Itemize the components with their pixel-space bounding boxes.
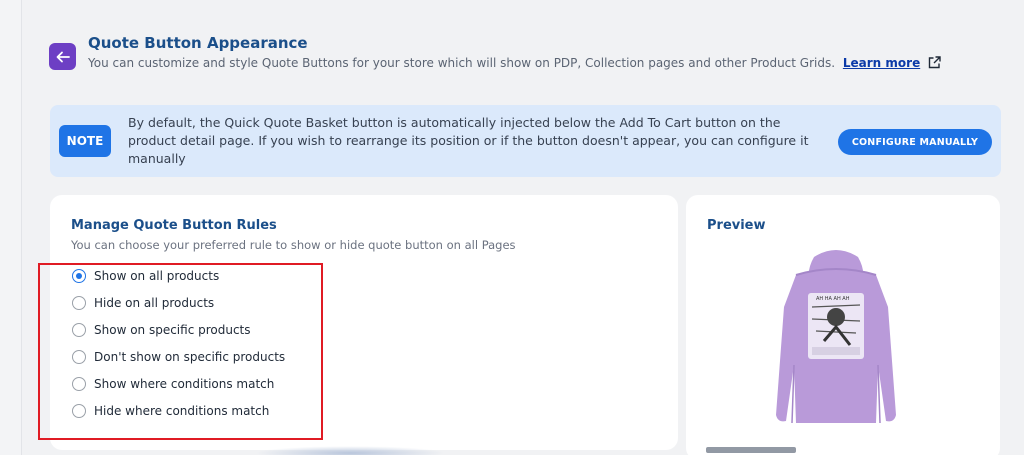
radio-button[interactable] [72,296,86,310]
radio-option-dont-show-specific[interactable]: Don't show on specific products [72,348,285,366]
page-title: Quote Button Appearance [88,34,308,52]
radio-option-hide-conditions[interactable]: Hide where conditions match [72,402,269,420]
page-subtitle-text: You can customize and style Quote Button… [88,56,836,70]
radio-option-label: Don't show on specific products [94,350,286,364]
radio-option-hide-all[interactable]: Hide on all products [72,294,214,312]
radio-button-checked[interactable] [72,269,86,283]
preview-caption-placeholder [706,447,796,453]
hoodie-preview-image: AH HA AH AH [776,250,896,424]
radio-option-show-conditions[interactable]: Show where conditions match [72,375,274,393]
left-sidebar-edge [0,0,22,455]
note-banner: NOTE By default, the Quick Quote Basket … [50,105,1001,177]
radio-option-label: Show on specific products [94,323,251,337]
radio-option-label: Hide where conditions match [94,404,270,418]
radio-option-show-all[interactable]: Show on all products [72,267,219,285]
radio-option-label: Show where conditions match [94,377,275,391]
arrow-left-icon [56,51,70,62]
radio-button[interactable] [72,404,86,418]
radio-option-label: Hide on all products [94,296,215,310]
note-text: By default, the Quick Quote Basket butto… [128,115,809,166]
rules-subtitle: You can choose your preferred rule to sh… [71,238,516,252]
preview-title: Preview [707,218,766,233]
decorative-shadow [255,446,445,455]
learn-more-link[interactable]: Learn more [843,56,920,70]
note-badge: NOTE [59,125,111,157]
preview-card: Preview AH HA AH AH [686,195,1000,455]
radio-option-show-specific[interactable]: Show on specific products [72,321,251,339]
page-subtitle: You can customize and style Quote Button… [88,56,941,70]
radio-button[interactable] [72,350,86,364]
rules-title: Manage Quote Button Rules [71,218,277,233]
radio-button[interactable] [72,323,86,337]
configure-manually-button[interactable]: CONFIGURE MANUALLY [838,129,992,155]
back-button[interactable] [49,43,76,70]
radio-button[interactable] [72,377,86,391]
svg-text:AH HA AH AH: AH HA AH AH [816,296,850,302]
external-link-icon[interactable] [928,56,941,69]
radio-option-label: Show on all products [94,269,220,283]
